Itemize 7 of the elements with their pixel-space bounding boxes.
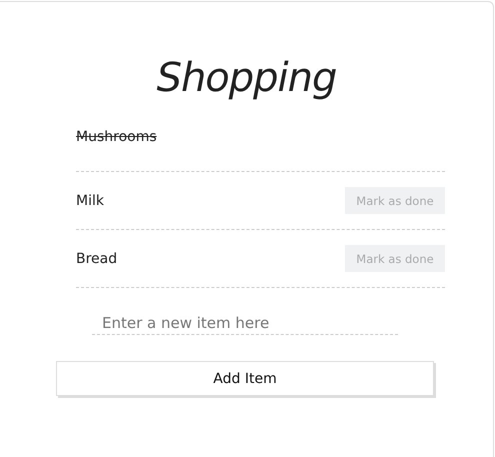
item-name: Bread [76,250,118,266]
item-name: Milk [76,192,104,208]
mark-done-button[interactable]: Mark as done [345,245,445,272]
item-name: Mushrooms [76,129,157,145]
mark-done-button[interactable]: Mark as done [345,187,445,214]
add-item-button[interactable]: Add Item [56,361,434,396]
list-title: Shopping [156,54,338,103]
